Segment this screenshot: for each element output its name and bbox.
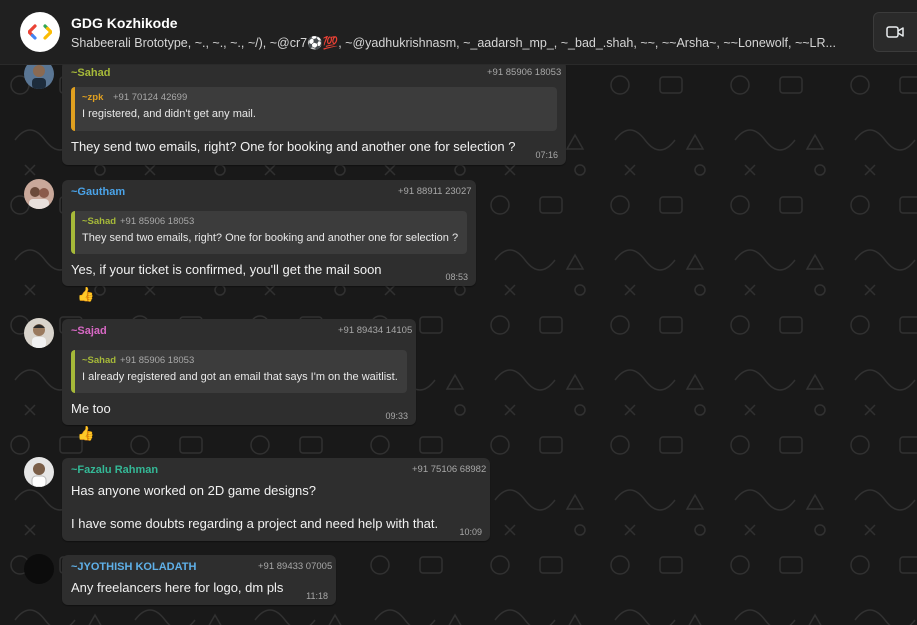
quoted-message[interactable]: ~Sahad +91 85906 18053 They send two ema… [71,211,467,254]
avatar-image [24,318,54,348]
message-bubble[interactable]: ~Sahad +91 85906 18053 ~zpk +91 70124 42… [62,65,566,165]
sender-phone: +91 89434 14105 [338,325,413,336]
avatar-jyothish-koladath[interactable] [24,554,54,584]
sender-phone: +91 89433 07005 [258,561,333,572]
message-time: 07:16 [535,150,558,160]
chat-header[interactable]: GDG Kozhikode Shabeerali Brototype, ~., … [0,0,917,65]
message-text: Yes, if your ticket is confirmed, you'll… [71,262,382,277]
group-members: Shabeerali Brototype, ~., ~., ~., ~/), ~… [71,36,836,50]
avatar-sajad[interactable] [24,318,54,348]
message-bubble[interactable]: ~JYOTHISH KOLADATH +91 89433 07005 Any f… [62,555,336,605]
sender-name[interactable]: ~Sahad [71,67,110,79]
avatar-image [24,554,54,584]
quoted-text: They send two emails, right? One for boo… [82,232,459,244]
message-bubble[interactable]: ~Sajad +91 89434 14105 ~Sahad +91 85906 … [62,319,416,425]
sender-name[interactable]: ~JYOTHISH KOLADATH [71,561,196,573]
message-text: They send two emails, right? One for boo… [71,139,516,154]
group-title: GDG Kozhikode [71,15,178,31]
reaction-thumbs-up[interactable]: 👍 [73,283,99,305]
avatar-gautham[interactable] [24,179,54,209]
quoted-phone: +91 85906 18053 [120,216,195,227]
quoted-message[interactable]: ~zpk +91 70124 42699 I registered, and d… [71,87,557,131]
code-brackets-logo-icon [28,24,52,40]
quoted-text: I already registered and got an email th… [82,371,398,383]
message-time: 11:18 [306,591,328,601]
message-bubble[interactable]: ~Gautham +91 88911 23027 ~Sahad +91 8590… [62,180,476,286]
quoted-sender: ~zpk [82,92,104,103]
message-time: 08:53 [445,272,468,282]
avatar-image [24,179,54,209]
quoted-phone: +91 85906 18053 [120,355,195,366]
chat-area[interactable]: ~Sahad +91 85906 18053 ~zpk +91 70124 42… [0,65,917,625]
message-time: 10:09 [459,527,482,537]
message-text-line-2: I have some doubts regarding a project a… [71,516,439,531]
message-time: 09:33 [385,411,408,421]
message-bubble[interactable]: ~Fazalu Rahman +91 75106 68982 Has anyon… [62,458,490,541]
quoted-sender: ~Sahad [82,355,117,366]
sender-phone: +91 85906 18053 [487,67,562,78]
quoted-message[interactable]: ~Sahad +91 85906 18053 I already registe… [71,350,407,393]
reaction-thumbs-up[interactable]: 👍 [73,422,99,444]
video-camera-icon [886,26,904,38]
sender-phone: +91 75106 68982 [412,464,487,475]
video-call-button[interactable] [873,12,917,52]
avatar-image [24,457,54,487]
quoted-phone: +91 70124 42699 [113,92,188,103]
message-text: Any freelancers here for logo, dm pls [71,580,284,595]
sender-phone: +91 88911 23027 [398,186,472,197]
quoted-text: I registered, and didn't get any mail. [82,108,256,120]
message-text: Me too [71,401,111,416]
quoted-sender: ~Sahad [82,216,117,227]
group-avatar[interactable] [20,12,60,52]
sender-name[interactable]: ~Gautham [71,186,125,198]
avatar-fazalu-rahman[interactable] [24,457,54,487]
sender-name[interactable]: ~Sajad [71,325,107,337]
sender-name[interactable]: ~Fazalu Rahman [71,464,158,476]
message-text-line-1: Has anyone worked on 2D game designs? [71,483,316,498]
